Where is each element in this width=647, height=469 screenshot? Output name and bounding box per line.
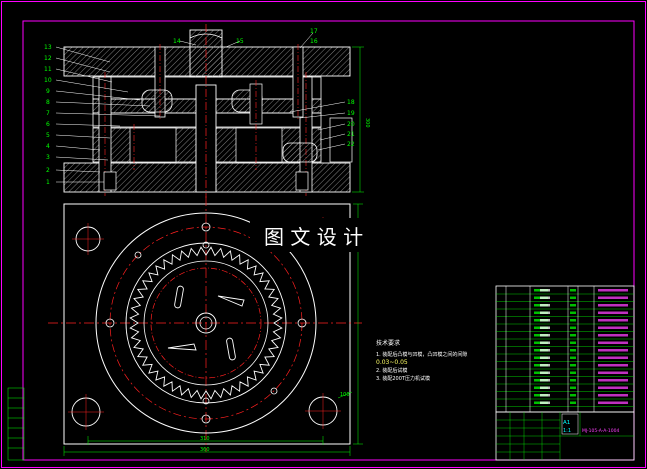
parts-list: [495, 285, 635, 413]
dim-width-inner: 310: [200, 436, 210, 442]
cad-drawing-canvas: 13 12 11 10 9 8 7 6 5 4 3 2 1 14 15 17 1…: [1, 1, 646, 468]
part-no-3: 3: [46, 154, 50, 161]
part-no-18: 18: [347, 99, 355, 106]
tech-req-line-1: 1. 装配后凸模与凹模，凸凹模之间的间隙: [376, 351, 467, 358]
part-no-20: 20: [347, 121, 355, 128]
title-block-sheet: A1: [563, 420, 570, 426]
part-no-11: 11: [44, 66, 52, 73]
technical-requirements: 技术要求 1. 装配后凸模与凹模，凸凹模之间的间隙 0.03~0.05 2. 装…: [376, 339, 467, 382]
part-no-7: 7: [46, 110, 50, 117]
part-no-8: 8: [46, 99, 50, 106]
part-no-2: 2: [46, 167, 50, 174]
part-no-16: 16: [310, 38, 318, 45]
part-no-13: 13: [44, 44, 52, 51]
part-no-15: 15: [236, 38, 244, 45]
title-block-drawing-no: MJ-105-A-A-1004: [582, 428, 619, 434]
left-revision-stamp: [7, 387, 25, 461]
dim-top-height: 100: [340, 392, 350, 398]
title-block-scale: 1:1: [563, 428, 571, 434]
tech-req-title: 技术要求: [376, 339, 400, 347]
part-no-6: 6: [46, 121, 50, 128]
part-no-9: 9: [46, 88, 50, 95]
part-no-5: 5: [46, 132, 50, 139]
tech-req-line-4: 3. 装配200T压力机试模: [376, 375, 430, 382]
part-no-21: 21: [347, 131, 355, 138]
watermark-text: 图 文 设 计: [264, 225, 363, 249]
dim-width-bottom: 360: [200, 447, 210, 453]
part-no-1: 1: [46, 179, 50, 186]
part-no-19: 19: [347, 110, 355, 117]
part-no-12: 12: [44, 55, 52, 62]
part-no-4: 4: [46, 143, 50, 150]
part-no-22: 22: [347, 141, 355, 148]
tech-req-line-3: 2. 装配后试模: [376, 367, 407, 374]
part-no-10: 10: [44, 77, 52, 84]
section-view: [55, 24, 364, 198]
tech-req-line-2: 0.03~0.05: [376, 359, 408, 366]
part-no-17: 17: [310, 28, 318, 35]
dim-height-side: 300: [364, 118, 370, 128]
part-no-14: 14: [173, 38, 181, 45]
